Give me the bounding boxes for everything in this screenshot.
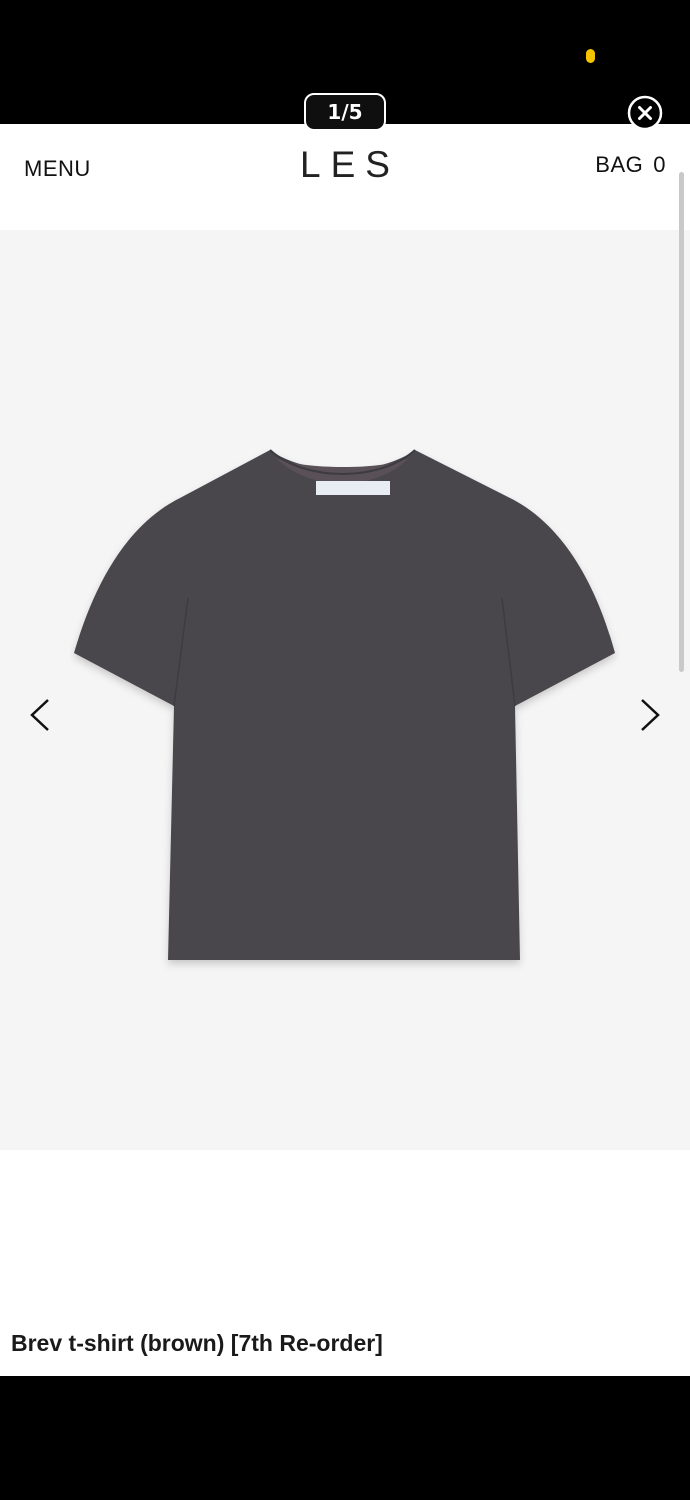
product-image-carousel[interactable]	[0, 230, 690, 1150]
bag-button[interactable]: BAG 0	[595, 152, 666, 178]
bottom-black-bar	[0, 1376, 690, 1500]
close-button[interactable]	[627, 95, 663, 131]
chevron-left-icon	[30, 699, 49, 731]
status-indicator-dot	[586, 49, 595, 63]
screen: 1/5 MENU LES BAG 0 Brev t-shirt (brown) …	[0, 0, 690, 1500]
chevron-right-icon	[641, 699, 660, 731]
page-scrollbar[interactable]	[679, 172, 684, 672]
bag-label: BAG	[595, 152, 644, 177]
image-counter: 1/5	[304, 93, 386, 131]
product-image-tshirt	[74, 449, 615, 960]
next-image-button[interactable]	[630, 695, 670, 735]
brand-logo[interactable]: LES	[0, 144, 690, 186]
product-page: MENU LES BAG 0 Brev t-shirt (brown) [7th…	[0, 124, 690, 1376]
site-header: MENU LES BAG 0	[0, 124, 690, 230]
previous-image-button[interactable]	[20, 695, 60, 735]
product-title: Brev t-shirt (brown) [7th Re-order]	[11, 1330, 383, 1356]
close-icon	[627, 95, 663, 131]
bag-count: 0	[653, 152, 666, 177]
